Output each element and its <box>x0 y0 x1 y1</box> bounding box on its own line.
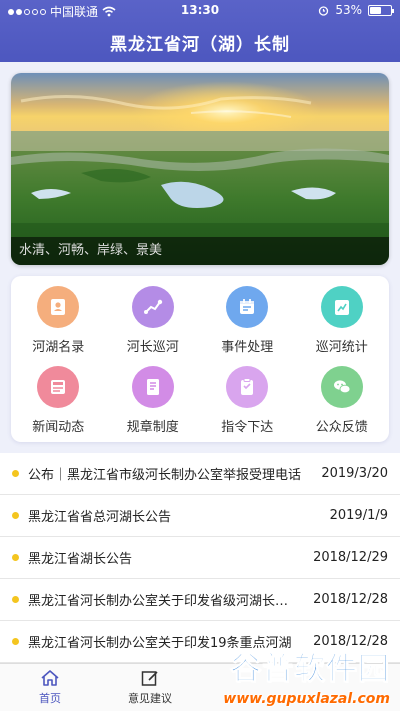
news-row[interactable]: 黑龙江省省总河湖长公告 2019/1/9 <box>0 495 400 537</box>
chat-icon <box>320 366 363 408</box>
route-icon <box>131 286 174 328</box>
edit-icon <box>141 671 158 686</box>
menu-item[interactable]: 事件处理 <box>200 282 295 362</box>
status-bar: 中国联通 13:30 53% <box>0 0 400 20</box>
bullet-dot <box>12 596 19 603</box>
tab-feedback-label: 意见建议 <box>128 692 172 705</box>
menu-item-label: 巡河统计 <box>315 340 368 355</box>
news-row[interactable]: 黑龙江省湖长公告 2018/12/29 <box>0 537 400 579</box>
menu-item-label: 规章制度 <box>126 420 179 435</box>
bullet-dot <box>12 512 19 519</box>
news-title: 黑龙江省河长制办公室关于印发省级河湖长名单 <box>28 594 300 609</box>
bullet-dot <box>12 554 19 561</box>
function-grid: 河湖名录 河长巡河 事件处理 巡河统计新闻动态 规章制度 指令下达 公众反馈 <box>11 276 389 442</box>
menu-item[interactable]: 新闻动态 <box>11 362 106 442</box>
calendar-icon <box>226 286 269 328</box>
bullet-dot <box>12 470 19 477</box>
news-row[interactable]: 黑龙江省河长制办公室关于印发19条重点河湖 2018/12/28 <box>0 621 400 663</box>
bullet-dot <box>12 638 19 645</box>
tab-home-label: 首页 <box>39 692 61 705</box>
menu-item[interactable]: 指令下达 <box>200 362 295 442</box>
tab-home[interactable]: 首页 <box>0 664 100 711</box>
battery-icon <box>368 4 394 16</box>
menu-item[interactable]: 河湖名录 <box>11 282 106 362</box>
clipboard-icon <box>226 366 269 408</box>
news-list: 公布｜黑龙江省市级河长制办公室举报受理电话 2019/3/20 黑龙江省省总河湖长公… <box>0 453 400 663</box>
menu-item[interactable]: 公众反馈 <box>295 362 390 442</box>
menu-item[interactable]: 巡河统计 <box>295 282 390 362</box>
news-date: 2018/12/28 <box>313 592 388 607</box>
menu-item-label: 新闻动态 <box>32 420 85 435</box>
battery-percent: 53% <box>335 3 362 17</box>
menu-item-label: 事件处理 <box>221 340 274 355</box>
menu-item-label: 河湖名录 <box>32 340 85 355</box>
menu-item[interactable]: 规章制度 <box>106 362 201 442</box>
news-date: 2019/1/9 <box>329 508 388 523</box>
news-title: 黑龙江省河长制办公室关于印发19条重点河湖 <box>28 636 292 651</box>
tab-feedback[interactable]: 意见建议 <box>100 664 200 711</box>
home-icon <box>41 670 59 686</box>
bottom-tab-bar: 首页 意见建议 <box>0 663 400 711</box>
menu-item-label: 河长巡河 <box>126 340 179 355</box>
news-title: 黑龙江省湖长公告 <box>28 552 133 567</box>
news-icon <box>37 366 80 408</box>
news-title: 黑龙江省省总河湖长公告 <box>28 510 172 525</box>
stats-icon <box>320 286 363 328</box>
news-row[interactable]: 公布｜黑龙江省市级河长制办公室举报受理电话 2019/3/20 <box>0 453 400 495</box>
app-header: 中国联通 13:30 53% 黑龙江省河（湖）长制 <box>0 0 400 62</box>
news-title: 公布｜黑龙江省市级河长制办公室举报受理电话 <box>28 468 302 483</box>
news-date: 2019/3/20 <box>321 466 388 481</box>
id-card-icon <box>37 286 80 328</box>
page-title: 黑龙江省河（湖）长制 <box>110 35 290 55</box>
alarm-icon <box>319 5 329 16</box>
menu-item-label: 指令下达 <box>221 420 274 435</box>
menu-item[interactable]: 河长巡河 <box>106 282 201 362</box>
banner-carousel[interactable]: 水清、河畅、岸绿、景美 <box>11 73 389 265</box>
news-row[interactable]: 黑龙江省河长制办公室关于印发省级河湖长名单 2018/12/28 <box>0 579 400 621</box>
news-date: 2018/12/28 <box>313 634 388 649</box>
book-icon <box>131 366 174 408</box>
banner-caption: 水清、河畅、岸绿、景美 <box>11 237 389 265</box>
menu-item-label: 公众反馈 <box>315 420 368 435</box>
news-date: 2018/12/29 <box>313 550 388 565</box>
